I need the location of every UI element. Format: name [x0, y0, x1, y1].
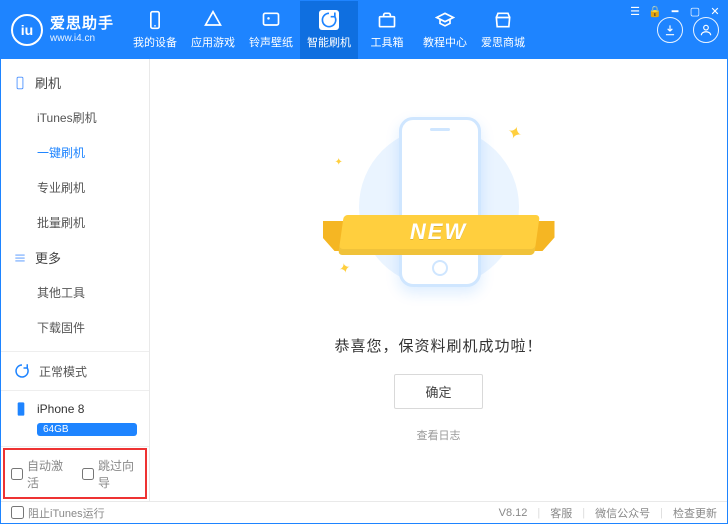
nav-label: 应用游戏	[191, 34, 235, 50]
phone-filled-icon	[13, 401, 29, 417]
user-button[interactable]	[693, 17, 719, 43]
logo-badge-icon: iu	[11, 14, 43, 46]
phone-outline-icon	[13, 76, 27, 90]
device-mode[interactable]: 正常模式	[1, 351, 149, 390]
refresh-icon	[319, 10, 339, 30]
menu-lines-icon	[13, 251, 27, 265]
sparkle-icon: ✦	[336, 259, 352, 278]
sidebar-item-other-tools[interactable]: 其他工具	[1, 275, 149, 310]
nav-tutorials[interactable]: 教程中心	[416, 1, 474, 59]
view-log-link[interactable]: 查看日志	[417, 427, 461, 443]
maximize-icon[interactable]: ▢	[688, 4, 702, 18]
brand-url: www.i4.cn	[50, 33, 114, 44]
lock-icon[interactable]: 🔒	[648, 4, 662, 18]
menu-icon[interactable]: ☰	[628, 4, 642, 18]
version-label: V8.12	[499, 507, 528, 519]
nav-label: 智能刷机	[307, 34, 351, 50]
store-icon	[493, 10, 513, 30]
window-controls: ☰ 🔒 ━ ▢ ✕	[628, 4, 722, 18]
nav-store[interactable]: 爱思商城	[474, 1, 532, 59]
block-itunes-checkbox[interactable]: 阻止iTunes运行	[11, 505, 105, 521]
top-nav: 我的设备 应用游戏 铃声壁纸 智能刷机 工具箱	[126, 1, 657, 59]
sidebar-item-pro-flash[interactable]: 专业刷机	[1, 170, 149, 205]
sidebar: 刷机 iTunes刷机 一键刷机 专业刷机 批量刷机 更多 其他工具 下载固件 …	[1, 59, 150, 501]
graduation-icon	[435, 10, 455, 30]
nav-label: 我的设备	[133, 34, 177, 50]
sidebar-group-title: 更多	[35, 248, 61, 267]
phone-icon	[145, 10, 165, 30]
apps-icon	[203, 10, 223, 30]
nav-devices[interactable]: 我的设备	[126, 1, 184, 59]
checkbox-input[interactable]	[11, 468, 23, 480]
new-ribbon: NEW	[323, 205, 555, 259]
close-icon[interactable]: ✕	[708, 4, 722, 18]
sidebar-item-itunes-flash[interactable]: iTunes刷机	[1, 100, 149, 135]
nav-label: 工具箱	[371, 34, 404, 50]
brand-name: 爱思助手	[50, 16, 114, 33]
check-update-link[interactable]: 检查更新	[673, 505, 717, 521]
checkbox-label: 自动激活	[27, 457, 68, 491]
main-panel: ✦ ✦ ✦ NEW 恭喜您，保资料刷机成功啦！ 确定 查看日志	[150, 59, 727, 501]
nav-flash[interactable]: 智能刷机	[300, 1, 358, 59]
sidebar-group-flash[interactable]: 刷机	[1, 65, 149, 100]
checkbox-input[interactable]	[11, 506, 24, 519]
device-name: iPhone 8	[37, 402, 84, 416]
minimize-icon[interactable]: ━	[668, 4, 682, 18]
download-button[interactable]	[657, 17, 683, 43]
nav-ringtones[interactable]: 铃声壁纸	[242, 1, 300, 59]
wechat-link[interactable]: 微信公众号	[595, 505, 650, 521]
success-illustration: ✦ ✦ ✦ NEW	[329, 117, 549, 317]
app-header: iu 爱思助手 www.i4.cn 我的设备 应用游戏 铃声壁纸	[1, 1, 727, 59]
nav-toolbox[interactable]: 工具箱	[358, 1, 416, 59]
ok-button[interactable]: 确定	[394, 374, 482, 409]
nav-label: 教程中心	[423, 34, 467, 50]
phone-graphic-icon	[399, 117, 481, 287]
nav-label: 铃声壁纸	[249, 34, 293, 50]
device-capacity-badge: 64GB	[37, 423, 137, 436]
sidebar-group-more[interactable]: 更多	[1, 240, 149, 275]
flash-options: 自动激活 跳过向导	[1, 446, 149, 501]
success-message: 恭喜您，保资料刷机成功啦！	[334, 335, 542, 356]
checkbox-label: 阻止iTunes运行	[28, 505, 105, 521]
status-bar: 阻止iTunes运行 V8.12 | 客服 | 微信公众号 | 检查更新	[1, 501, 727, 523]
auto-activate-checkbox[interactable]: 自动激活	[11, 457, 68, 491]
device-panel[interactable]: iPhone 8 64GB	[1, 390, 149, 446]
sparkle-icon: ✦	[335, 157, 343, 168]
sidebar-group-title: 刷机	[35, 73, 61, 92]
brand-logo: iu 爱思助手 www.i4.cn	[1, 1, 126, 59]
sidebar-item-oneclick-flash[interactable]: 一键刷机	[1, 135, 149, 170]
ribbon-text: NEW	[323, 219, 555, 245]
nav-label: 爱思商城	[481, 34, 525, 50]
skip-wizard-checkbox[interactable]: 跳过向导	[82, 457, 139, 491]
sidebar-item-download-firmware[interactable]: 下载固件	[1, 310, 149, 345]
nav-apps[interactable]: 应用游戏	[184, 1, 242, 59]
rotate-icon	[13, 362, 31, 380]
checkbox-input[interactable]	[82, 468, 94, 480]
toolbox-icon	[377, 10, 397, 30]
sidebar-item-batch-flash[interactable]: 批量刷机	[1, 205, 149, 240]
image-icon	[261, 10, 281, 30]
sparkle-icon: ✦	[504, 121, 525, 146]
device-mode-label: 正常模式	[39, 363, 87, 380]
support-link[interactable]: 客服	[550, 505, 572, 521]
checkbox-label: 跳过向导	[98, 457, 139, 491]
